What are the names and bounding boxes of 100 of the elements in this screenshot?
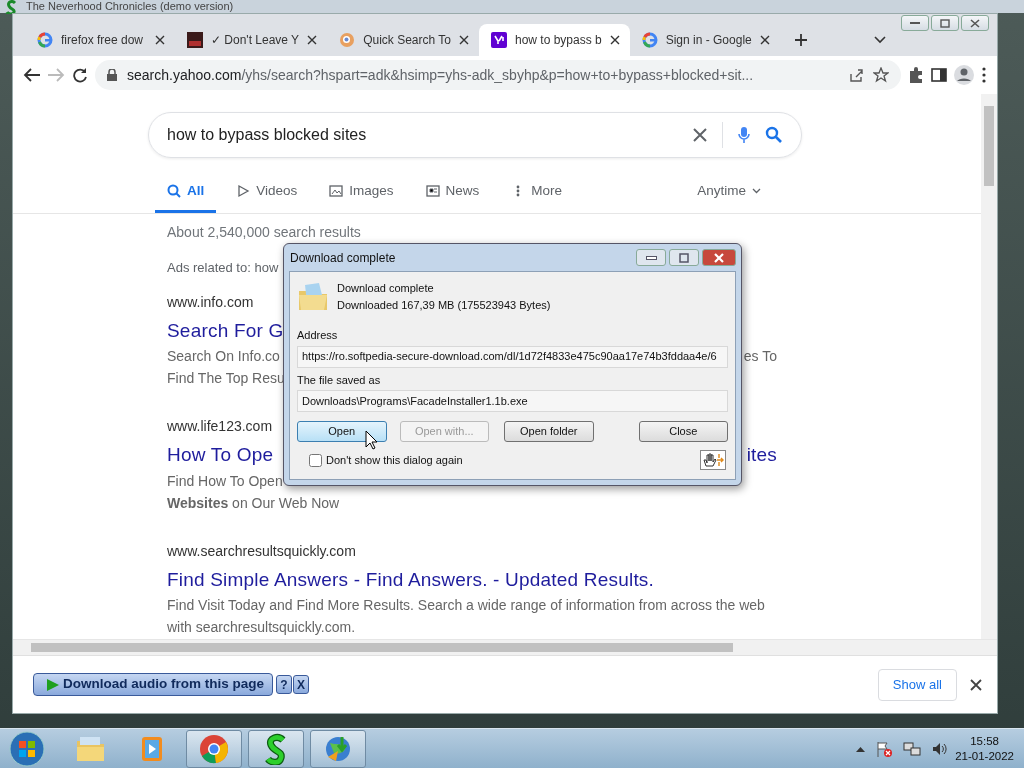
side-panel-icon[interactable] — [931, 67, 947, 83]
minimize-icon — [645, 255, 657, 260]
dialog-button[interactable]: Open — [297, 421, 387, 442]
close-icon[interactable] — [155, 35, 165, 45]
address-bar[interactable]: search.yahoo.com/yhs/search?hspart=adk&hsimp=yhs-adk_sbyhp&p=how+to+bypass+blocked+sit... — [95, 60, 901, 90]
browser-tab[interactable]: ✓ Don't Leave Y — [175, 24, 328, 56]
dialog-button[interactable]: Open folder — [504, 421, 594, 442]
back-icon[interactable] — [23, 67, 41, 83]
browser-tab[interactable]: Quick Search To — [327, 24, 479, 56]
dialog-title: Download complete — [290, 249, 397, 267]
thumbnail-icon — [187, 32, 203, 48]
result-url: www.searchresultsquickly.com — [167, 541, 356, 561]
scrollbar[interactable] — [13, 639, 997, 655]
result-snippet: Websites on Our Web Now — [167, 493, 340, 513]
download-size: Downloaded 167,39 MB (175523943 Bytes) — [337, 297, 551, 313]
window-button[interactable] — [669, 249, 699, 266]
result-url: www.life123.com — [167, 417, 273, 436]
window-title: The Neverhood Chronicles (demo version) — [26, 0, 234, 12]
result-snippet: es To — [743, 347, 777, 366]
result-url: www.info.com — [167, 292, 254, 312]
result-title-link[interactable]: Find Simple Answers - Find Answers. - Updated Results. — [167, 565, 655, 594]
help-button[interactable]: ? — [276, 675, 292, 694]
start-button-icon[interactable] — [9, 730, 45, 767]
field-label: The file saved as — [297, 372, 382, 388]
network-icon[interactable] — [903, 740, 922, 757]
profile-icon[interactable] — [953, 64, 975, 86]
puzzle-icon[interactable] — [907, 66, 925, 84]
time-filter-dropdown[interactable]: Anytime — [685, 172, 773, 213]
clock-date: 21-01-2022 — [955, 748, 1014, 764]
close-icon[interactable] — [458, 35, 469, 45]
lock-icon — [107, 69, 117, 81]
reload-icon[interactable] — [71, 67, 89, 83]
browser-tab[interactable]: how to bypass b — [478, 24, 630, 56]
ads-label: Ads related to: how — [167, 259, 279, 277]
show-all-button[interactable]: Show all — [877, 668, 957, 701]
folder-icon — [297, 280, 329, 313]
result-title-link[interactable]: ites — [746, 441, 777, 470]
path-field[interactable]: Downloads\Programs\FacadeInstaller1.1b.exe — [297, 390, 728, 412]
hand-arrows-icon[interactable] — [701, 451, 725, 469]
result-count: About 2,540,000 search results — [167, 223, 361, 242]
browser-tab[interactable]: Sign in - Google — [629, 24, 780, 56]
result-snippet: with searchresultsquickly.com. — [167, 618, 356, 637]
dialog-button[interactable]: Close — [638, 421, 728, 442]
window-button[interactable] — [636, 249, 666, 266]
filter-tab[interactable]: Images — [317, 172, 406, 213]
play-icon — [236, 184, 251, 198]
result-title-link[interactable]: Search For G — [167, 316, 284, 345]
clear-icon[interactable] — [692, 127, 708, 143]
menu-icon[interactable] — [981, 67, 987, 83]
chrome-icon — [198, 732, 230, 765]
play-icon — [46, 677, 60, 692]
scrollbar[interactable] — [981, 94, 997, 639]
taskbar-button[interactable] — [310, 729, 366, 768]
field-label: Address — [297, 328, 339, 343]
share-icon[interactable] — [849, 68, 863, 82]
close-icon[interactable] — [759, 35, 770, 45]
filter-tab[interactable]: Videos — [224, 172, 310, 213]
s-logo-icon — [4, 0, 18, 14]
filter-tab[interactable]: All — [155, 172, 217, 213]
mouse-pointer-icon — [365, 430, 378, 450]
filter-tab[interactable]: News — [413, 172, 492, 213]
clock-time: 15:58 — [969, 733, 1000, 749]
address-field[interactable]: https://ro.softpedia-secure-download.com/dl/1d72f4833e475c90aa17e74b3fddaa4e/6 — [297, 345, 728, 368]
result-snippet: Find How To Open — [167, 471, 283, 491]
flag-icon[interactable] — [875, 740, 894, 757]
result-snippet: Find Visit Today and Find More Results. Search a wide range of information from across the web — [167, 596, 765, 615]
result-title-link[interactable]: How To Ope — [167, 441, 274, 470]
chevron-down-icon[interactable] — [873, 36, 886, 44]
window-button[interactable] — [931, 15, 959, 31]
close-icon — [970, 18, 980, 28]
download-audio-button[interactable]: Download audio from this page — [33, 673, 273, 696]
microphone-icon[interactable] — [737, 126, 751, 144]
google-icon — [641, 32, 658, 48]
maximize-icon — [679, 252, 689, 263]
close-icon[interactable] — [307, 35, 318, 45]
checkbox-label: Don't show this dialog again — [326, 452, 463, 468]
new-tab-icon[interactable] — [793, 33, 808, 47]
chevron-down-icon — [752, 188, 761, 194]
google-icon — [37, 32, 53, 48]
minimize-icon — [910, 22, 920, 24]
caret-up-icon[interactable] — [856, 745, 866, 752]
close-icon — [714, 252, 724, 263]
result-snippet: Search On Info.co — [167, 347, 280, 366]
close-icon[interactable] — [609, 35, 620, 45]
newspaper-icon — [425, 184, 440, 198]
window-button[interactable] — [901, 15, 929, 31]
forward-icon — [47, 67, 65, 83]
window-button[interactable] — [961, 15, 989, 31]
maximize-icon — [940, 18, 950, 28]
close-icon[interactable] — [970, 678, 982, 691]
window-button[interactable] — [702, 249, 736, 266]
taskbar-button[interactable] — [248, 729, 304, 768]
browser-tab[interactable]: firefox free dow — [25, 24, 175, 56]
taskbar-button[interactable] — [186, 729, 242, 768]
dialog-heading: Download complete — [337, 281, 435, 296]
filter-tab[interactable]: More — [499, 172, 575, 213]
checkbox[interactable] — [309, 453, 322, 467]
image-icon — [329, 184, 344, 198]
dismiss-button[interactable]: X — [293, 675, 309, 694]
star-icon[interactable] — [873, 67, 889, 83]
